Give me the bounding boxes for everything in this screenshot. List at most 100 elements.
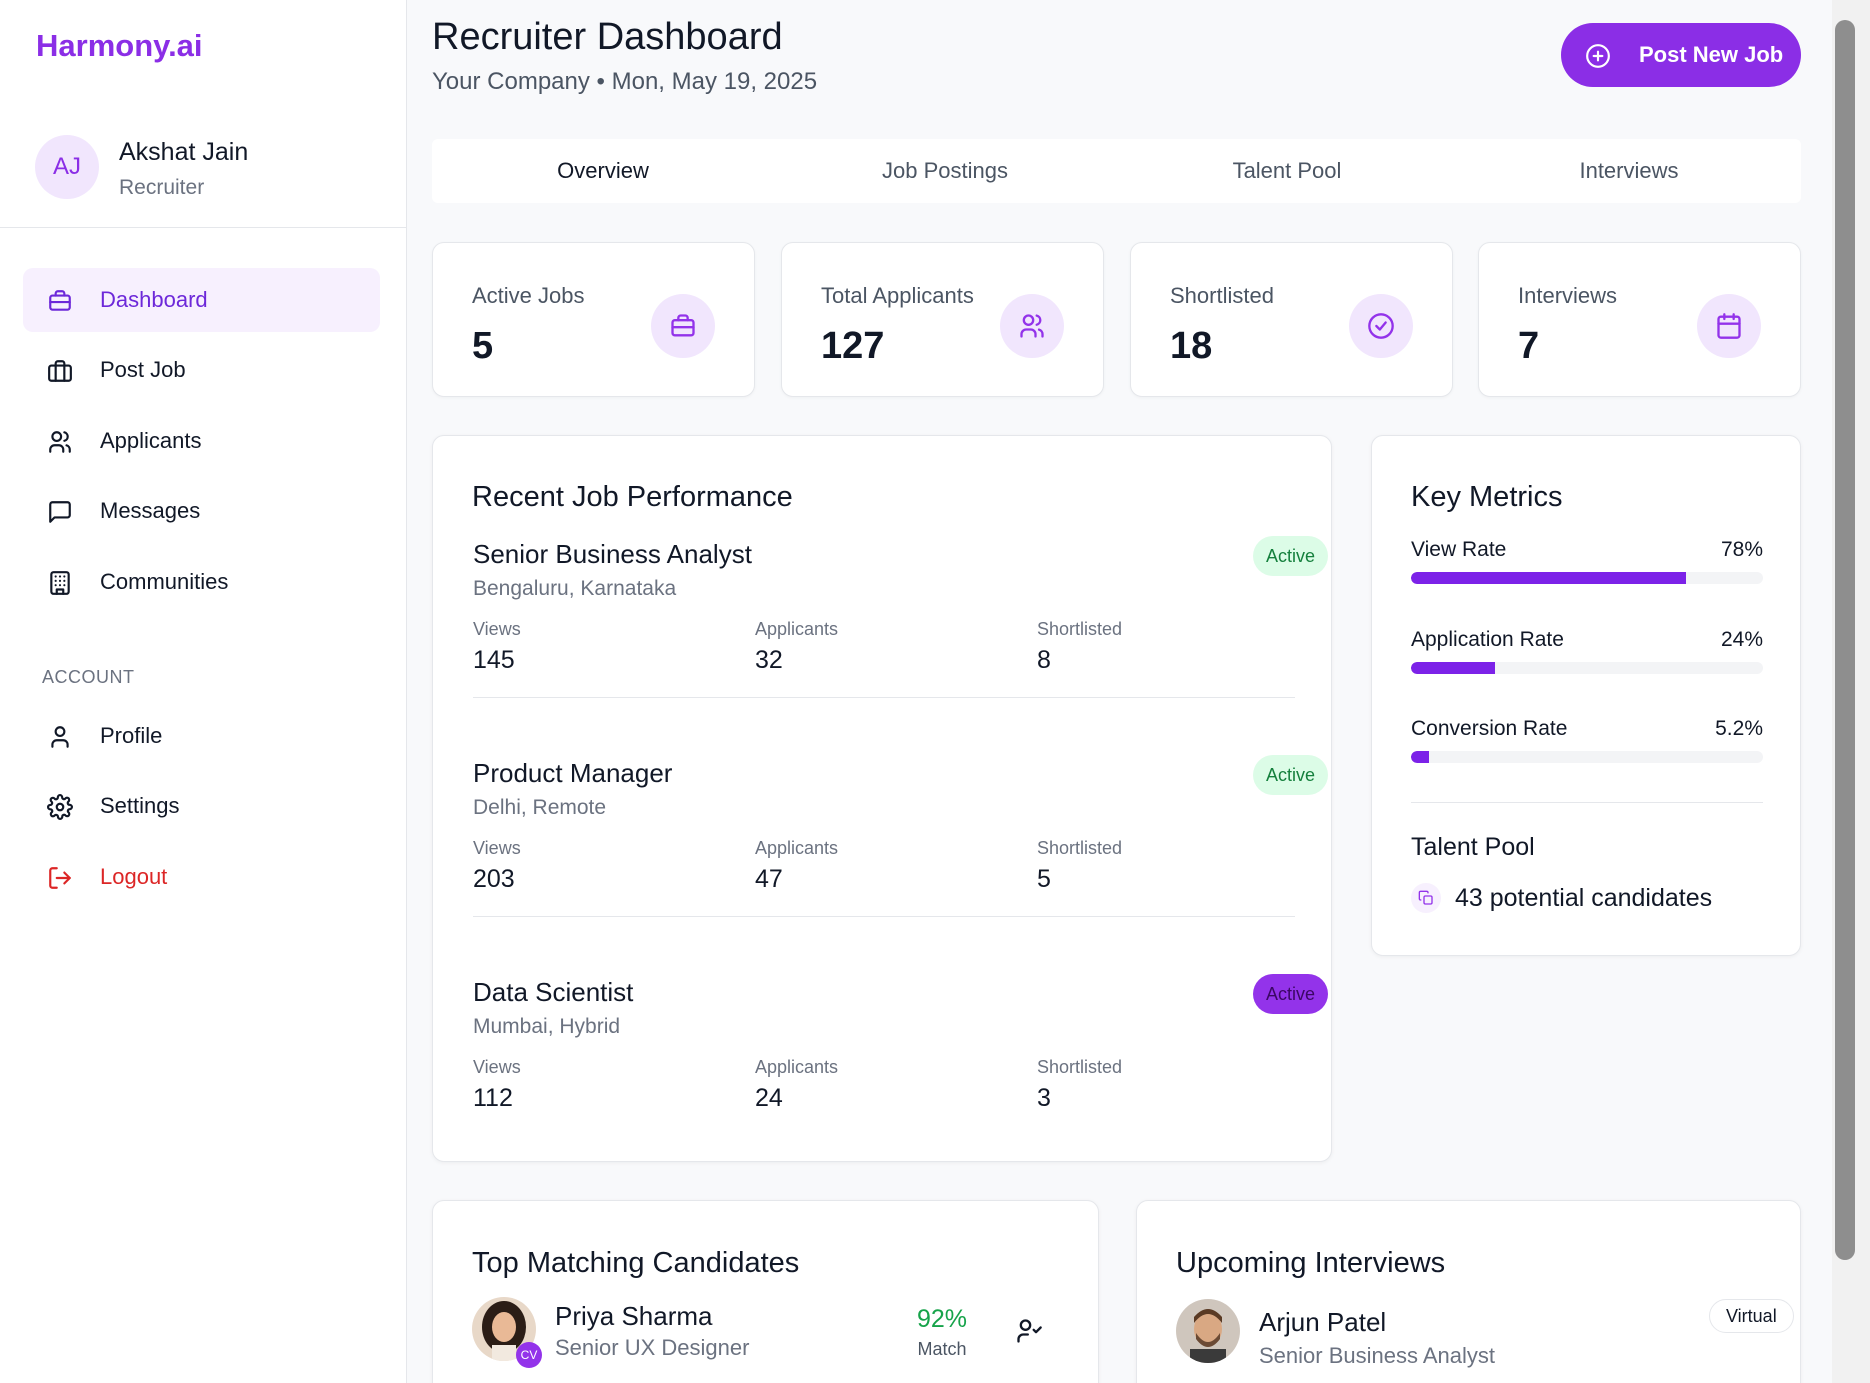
job-item[interactable]: Data Scientist Mumbai, Hybrid Active Vie…	[473, 974, 1329, 1195]
briefcase-icon	[48, 360, 72, 382]
stat-card-total-applicants[interactable]: Total Applicants 127	[781, 242, 1104, 397]
candidate-row[interactable]: CV Priya Sharma Senior UX Designer 92% M…	[472, 1297, 1062, 1368]
divider	[473, 916, 1295, 917]
metric-value: 47	[755, 865, 783, 893]
status-badge: Active	[1253, 974, 1329, 1014]
progress-track	[1411, 751, 1763, 763]
account-section-label: ACCOUNT	[42, 667, 135, 687]
job-item[interactable]: Product Manager Delhi, Remote Active Vie…	[473, 755, 1329, 976]
metric-label: Shortlisted	[1037, 838, 1123, 858]
interview-type-badge: Virtual	[1709, 1299, 1794, 1333]
nav-settings[interactable]: Settings	[23, 774, 380, 838]
post-new-job-label: Post New Job	[1639, 42, 1784, 67]
top-matching-candidates-title: Top Matching Candidates	[472, 1247, 800, 1279]
tab-job-postings[interactable]: Job Postings	[774, 139, 1116, 203]
job-item[interactable]: Senior Business Analyst Bengaluru, Karna…	[473, 536, 1329, 757]
stat-value: 7	[1518, 325, 1540, 367]
nav-communities-label: Communities	[100, 569, 229, 594]
metric-value: 24	[755, 1084, 783, 1112]
job-shortlisted: Shortlisted 8	[1037, 619, 1122, 675]
page-title: Recruiter Dashboard	[432, 16, 783, 58]
nav-dashboard-label: Dashboard	[100, 287, 208, 312]
scrollbar-thumb[interactable]	[1835, 20, 1855, 1260]
tab-interviews[interactable]: Interviews	[1458, 139, 1800, 203]
status-badge: Active	[1253, 755, 1329, 795]
post-new-job-button[interactable]: Post New Job	[1561, 23, 1801, 87]
job-title: Product Manager	[473, 758, 673, 788]
progress-fill	[1411, 572, 1686, 584]
avatar[interactable]: AJ	[35, 135, 99, 199]
shortlist-user-icon[interactable]	[1015, 1317, 1043, 1345]
nav-dashboard[interactable]: Dashboard	[23, 268, 380, 332]
job-location: Delhi, Remote	[473, 796, 607, 819]
match-label: Match	[917, 1339, 967, 1359]
metric-label: Applicants	[755, 1057, 839, 1077]
page-subtitle: Your Company • Mon, May 19, 2025	[432, 68, 818, 95]
nav-post-job-label: Post Job	[100, 357, 186, 382]
status-badge: Active	[1253, 536, 1329, 576]
job-title: Senior Business Analyst	[473, 539, 752, 569]
sidebar: Harmony.ai AJ Akshat Jain Recruiter Dash…	[0, 0, 407, 1383]
nav-communities[interactable]: Communities	[23, 550, 380, 614]
cv-badge[interactable]: CV	[516, 1342, 542, 1368]
interviewee-role: Senior Business Analyst	[1259, 1343, 1496, 1368]
metric-value: 3	[1037, 1084, 1051, 1112]
nav-logout-label: Logout	[100, 864, 168, 889]
plus-circle-icon	[1586, 44, 1610, 68]
user-icon	[51, 726, 69, 748]
stat-label: Interviews	[1518, 283, 1618, 308]
metric-value: 5.2%	[1715, 717, 1763, 740]
nav-logout[interactable]: Logout	[23, 845, 380, 909]
tab-talent-pool[interactable]: Talent Pool	[1116, 139, 1458, 203]
building-icon	[50, 571, 70, 595]
user-name: Akshat Jain	[119, 138, 249, 166]
metric-label: Applicants	[755, 619, 839, 639]
key-metrics-title: Key Metrics	[1411, 481, 1563, 513]
metric-label: Views	[473, 838, 521, 858]
nav-post-job[interactable]: Post Job	[23, 338, 380, 402]
metric-value: 145	[473, 646, 515, 674]
nav-profile[interactable]: Profile	[23, 704, 380, 768]
metric-label: Shortlisted	[1037, 619, 1123, 639]
nav-settings-label: Settings	[100, 793, 180, 818]
upcoming-interviews-card: Upcoming Interviews Arjun Patel Senior B…	[1136, 1200, 1801, 1383]
job-shortlisted: Shortlisted 5	[1037, 838, 1122, 894]
metric-value: 32	[755, 646, 783, 674]
metric-value: 24%	[1720, 628, 1763, 651]
tab-bar: Overview Job Postings Talent Pool Interv…	[432, 139, 1801, 203]
job-views: Views 112	[473, 1057, 521, 1113]
job-location: Bengaluru, Karnataka	[473, 577, 677, 600]
check-circle-icon	[1349, 294, 1413, 358]
key-metrics-card: Key Metrics View Rate 78% Application Ra…	[1371, 435, 1801, 956]
user-role: Recruiter	[119, 176, 205, 199]
progress-track	[1411, 662, 1763, 674]
nav-applicants[interactable]: Applicants	[23, 409, 380, 473]
recent-job-performance-card: Recent Job Performance Senior Business A…	[432, 435, 1332, 1162]
metric-value: 112	[473, 1084, 513, 1112]
stat-card-shortlisted[interactable]: Shortlisted 18	[1130, 242, 1453, 397]
nav-messages[interactable]: Messages	[23, 479, 380, 543]
metric-value: 8	[1037, 646, 1051, 674]
progress-fill	[1411, 662, 1496, 674]
calendar-icon	[1697, 294, 1761, 358]
metric-value: 5	[1037, 865, 1051, 893]
nav-applicants-label: Applicants	[100, 428, 202, 453]
upcoming-interviews-title: Upcoming Interviews	[1176, 1247, 1446, 1279]
job-title: Data Scientist	[473, 977, 634, 1007]
brand-logo[interactable]: Harmony.ai	[36, 28, 203, 64]
metric-label: Conversion Rate	[1411, 717, 1568, 740]
metric-value: 203	[473, 865, 515, 893]
stat-card-active-jobs[interactable]: Active Jobs 5	[432, 242, 755, 397]
metric-label: Views	[473, 1057, 521, 1077]
stat-value: 5	[472, 325, 494, 367]
interview-row[interactable]: Arjun Patel Senior Business Analyst Virt…	[1176, 1299, 1794, 1369]
tab-overview[interactable]: Overview	[432, 139, 774, 203]
candidate-name: Priya Sharma	[555, 1301, 713, 1331]
stat-label: Active Jobs	[472, 283, 585, 308]
job-applicants: Applicants 47	[755, 838, 838, 894]
message-square-icon	[49, 501, 71, 523]
top-matching-candidates-card: Top Matching Candidates CV Priya Sharma …	[432, 1200, 1099, 1383]
stat-card-interviews[interactable]: Interviews 7	[1478, 242, 1801, 397]
metric-label: Views	[473, 619, 521, 639]
copy-icon	[1411, 883, 1441, 913]
